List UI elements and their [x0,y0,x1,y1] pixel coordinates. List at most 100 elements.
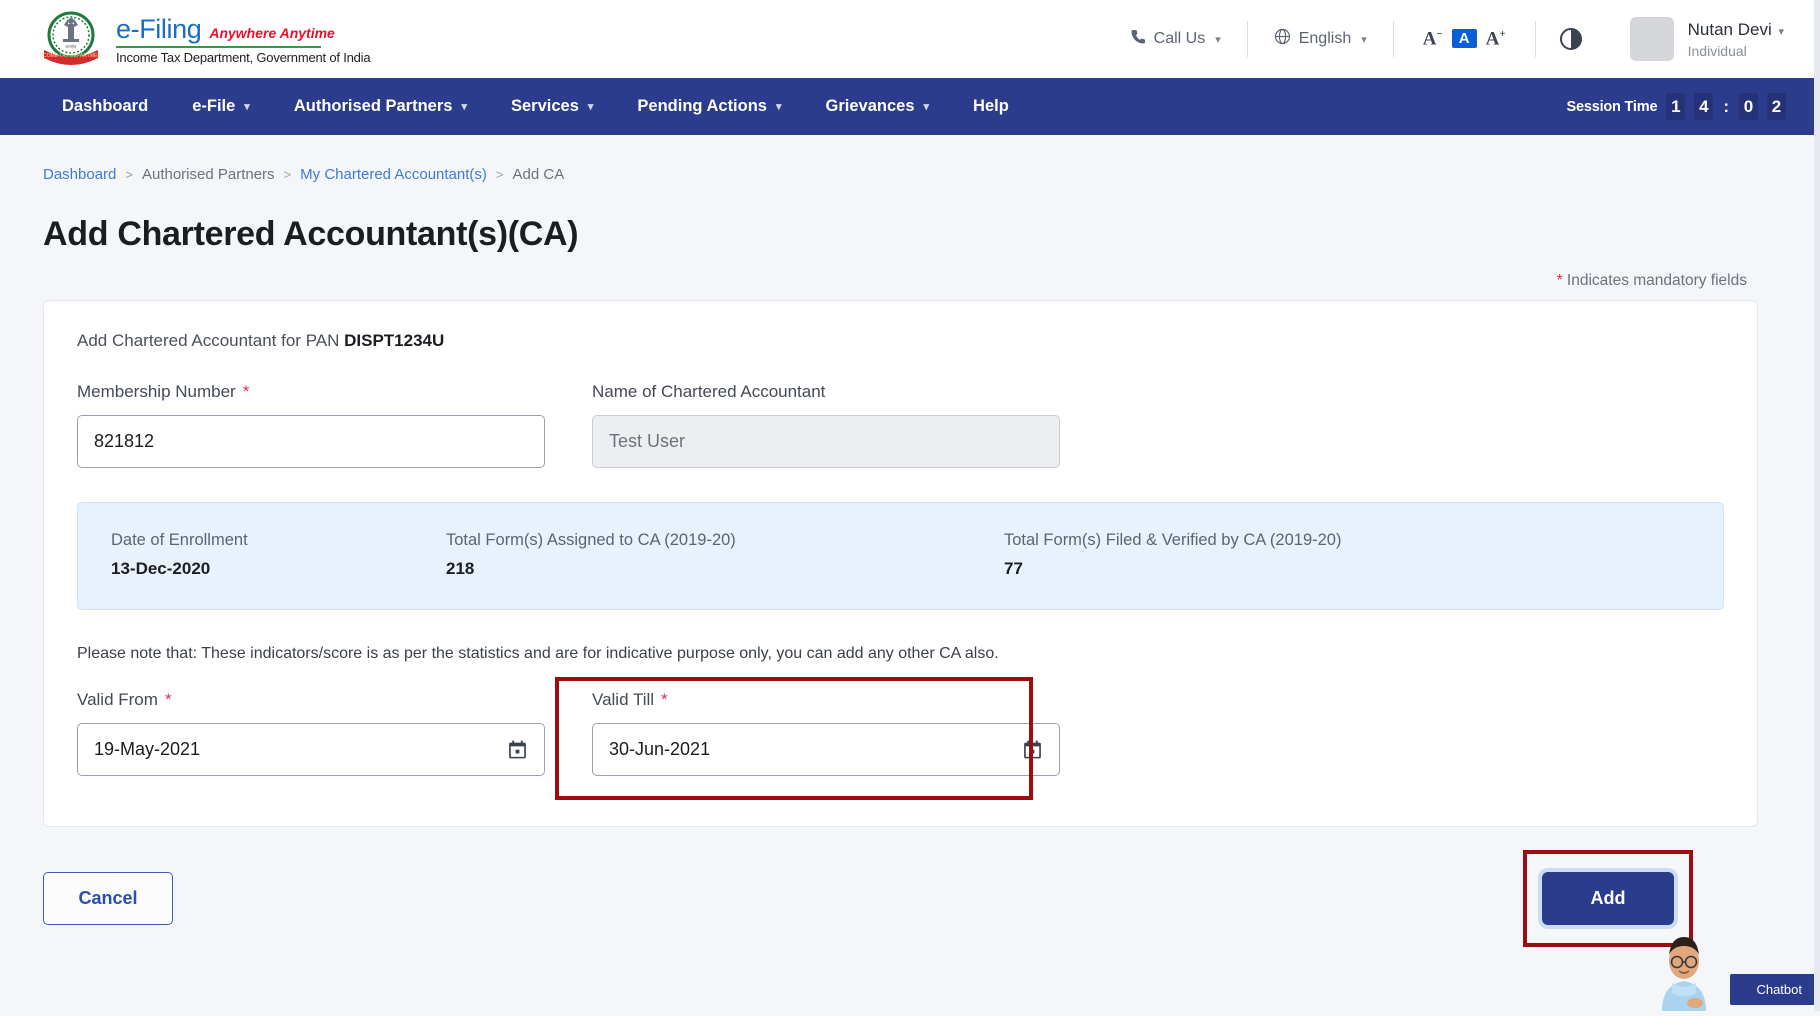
brand-logo[interactable]: सत्यमेव INCOME TAX DEPARTMENT e-Filing A… [40,10,370,68]
breadcrumb-item-add-ca: Add CA [513,166,565,183]
brand-subtitle: Income Tax Department, Government of Ind… [116,51,370,64]
valid-till-label: Valid Till * [592,690,1060,710]
nav-label: Pending Actions [637,97,767,116]
chevron-down-icon: ▾ [1215,33,1221,46]
form-row-membership: Membership Number * 821812 Name of Chart… [77,382,1724,468]
session-timer-label: Session Time [1567,99,1658,115]
chevron-down-icon: ▾ [461,100,467,113]
nav-item-e-file[interactable]: e-File ▾ [170,97,272,116]
avatar [1630,17,1674,61]
chevron-down-icon: ▾ [1361,33,1367,46]
stat-value: 218 [446,559,1004,579]
required-asterisk: * [661,690,668,710]
nav-label: Services [511,97,579,116]
chatbot-label[interactable]: Chatbot [1730,974,1820,1005]
language-menu[interactable]: English ▾ [1248,28,1393,50]
font-increase-button[interactable]: A+ [1477,28,1515,50]
calendar-icon[interactable] [507,739,528,760]
form-actions: Cancel Add [43,861,1758,935]
add-ca-form-card: Add Chartered Accountant for PAN DISPT12… [43,300,1758,827]
membership-number-label: Membership Number * [77,382,545,402]
required-asterisk: * [1557,272,1563,289]
chatbot-avatar-icon [1648,919,1720,1011]
session-digit: 4 [1694,93,1713,120]
label-text: Valid From [77,690,158,710]
globe-icon [1274,28,1291,50]
header-utilities: Call Us ▾ English ▾ A− A A+ Nutan Devi [1104,17,1794,61]
national-emblem-icon: सत्यमेव INCOME TAX DEPARTMENT [40,10,102,68]
session-digit: 1 [1666,93,1685,120]
required-asterisk: * [165,690,172,710]
chevron-down-icon: ▾ [924,100,930,113]
breadcrumb-item-my-chartered-accountants[interactable]: My Chartered Accountant(s) [300,166,487,183]
page-scrollbar[interactable] [1814,0,1820,1011]
valid-till-value: 30-Jun-2021 [609,739,710,760]
session-digit: 2 [1767,93,1786,120]
nav-item-grievances[interactable]: Grievances ▾ [804,97,952,116]
svg-text:सत्यमेव: सत्यमेव [66,44,78,49]
pan-value: DISPT1234U [344,331,444,350]
pan-heading: Add Chartered Accountant for PAN DISPT12… [77,331,1724,351]
stat-date-of-enrollment: Date of Enrollment 13-Dec-2020 [111,531,446,579]
breadcrumb-item-authorised-partners[interactable]: Authorised Partners [142,166,275,183]
indicative-note: Please note that: These indicators/score… [77,645,1724,663]
label-text: Membership Number [77,382,236,402]
stat-label: Date of Enrollment [111,531,446,550]
mandatory-note-text: Indicates mandatory fields [1567,272,1747,289]
valid-from-field: Valid From * 19-May-2021 [77,690,545,776]
nav-item-pending-actions[interactable]: Pending Actions ▾ [615,97,803,116]
ca-name-input: Test User [592,415,1060,468]
label-text: Name of Chartered Accountant [592,382,825,402]
breadcrumb-separator: > [125,167,133,182]
session-separator: : [1722,97,1730,117]
nav-item-dashboard[interactable]: Dashboard [40,97,170,116]
user-role: Individual [1688,43,1784,59]
cancel-button[interactable]: Cancel [43,872,173,925]
nav-label: e-File [192,97,235,116]
page-title: Add Chartered Accountant(s)(CA) [43,215,1780,254]
breadcrumb-item-dashboard[interactable]: Dashboard [43,166,116,183]
chevron-down-icon: ▾ [776,100,782,113]
mandatory-fields-note: * Indicates mandatory fields [40,272,1747,290]
chatbot-widget[interactable]: Chatbot [1640,905,1820,1011]
contrast-toggle-icon[interactable] [1560,28,1582,50]
label-text: Valid Till [592,690,654,710]
user-menu[interactable]: Nutan Devi ▾ Individual [1606,17,1784,61]
valid-till-field: Valid Till * 30-Jun-2021 [592,690,1060,776]
brand-title: e-Filing [116,16,201,43]
nav-label: Help [973,97,1009,116]
brand-divider [116,46,321,48]
call-us-label: Call Us [1154,30,1206,48]
nav-item-authorised-partners[interactable]: Authorised Partners ▾ [272,97,489,116]
brand-tagline: Anywhere Anytime [209,26,335,40]
required-asterisk: * [243,382,250,402]
nav-item-help[interactable]: Help [951,97,1031,116]
svg-text:INCOME TAX DEPARTMENT: INCOME TAX DEPARTMENT [40,53,102,59]
membership-number-input[interactable]: 821812 [77,415,545,468]
main-navigation: Dashboard e-File ▾ Authorised Partners ▾… [0,78,1820,135]
user-name: Nutan Devi [1688,20,1772,39]
stat-forms-assigned: Total Form(s) Assigned to CA (2019-20) 2… [446,531,1004,579]
call-us-menu[interactable]: Call Us ▾ [1104,29,1247,50]
breadcrumb-separator: > [496,167,504,182]
calendar-icon[interactable] [1022,739,1043,760]
site-header: सत्यमेव INCOME TAX DEPARTMENT e-Filing A… [0,0,1820,78]
valid-from-value: 19-May-2021 [94,739,200,760]
chevron-down-icon: ▾ [588,100,594,113]
stat-label: Total Form(s) Assigned to CA (2019-20) [446,531,1004,550]
session-timer: Session Time 1 4 : 0 2 [1567,93,1787,120]
font-decrease-button[interactable]: A− [1414,28,1452,50]
valid-from-input[interactable]: 19-May-2021 [77,723,545,776]
language-label: English [1299,30,1351,48]
nav-item-services[interactable]: Services ▾ [489,97,615,116]
stat-value: 13-Dec-2020 [111,559,446,579]
phone-icon [1130,29,1146,50]
font-normal-button[interactable]: A [1452,29,1477,48]
membership-number-field: Membership Number * 821812 [77,382,545,468]
valid-till-input[interactable]: 30-Jun-2021 [592,723,1060,776]
stat-forms-filed-verified: Total Form(s) Filed & Verified by CA (20… [1004,531,1341,579]
session-digit: 0 [1739,93,1758,120]
ca-statistics-panel: Date of Enrollment 13-Dec-2020 Total For… [77,502,1724,610]
breadcrumb-separator: > [284,167,292,182]
chevron-down-icon: ▾ [244,100,250,113]
